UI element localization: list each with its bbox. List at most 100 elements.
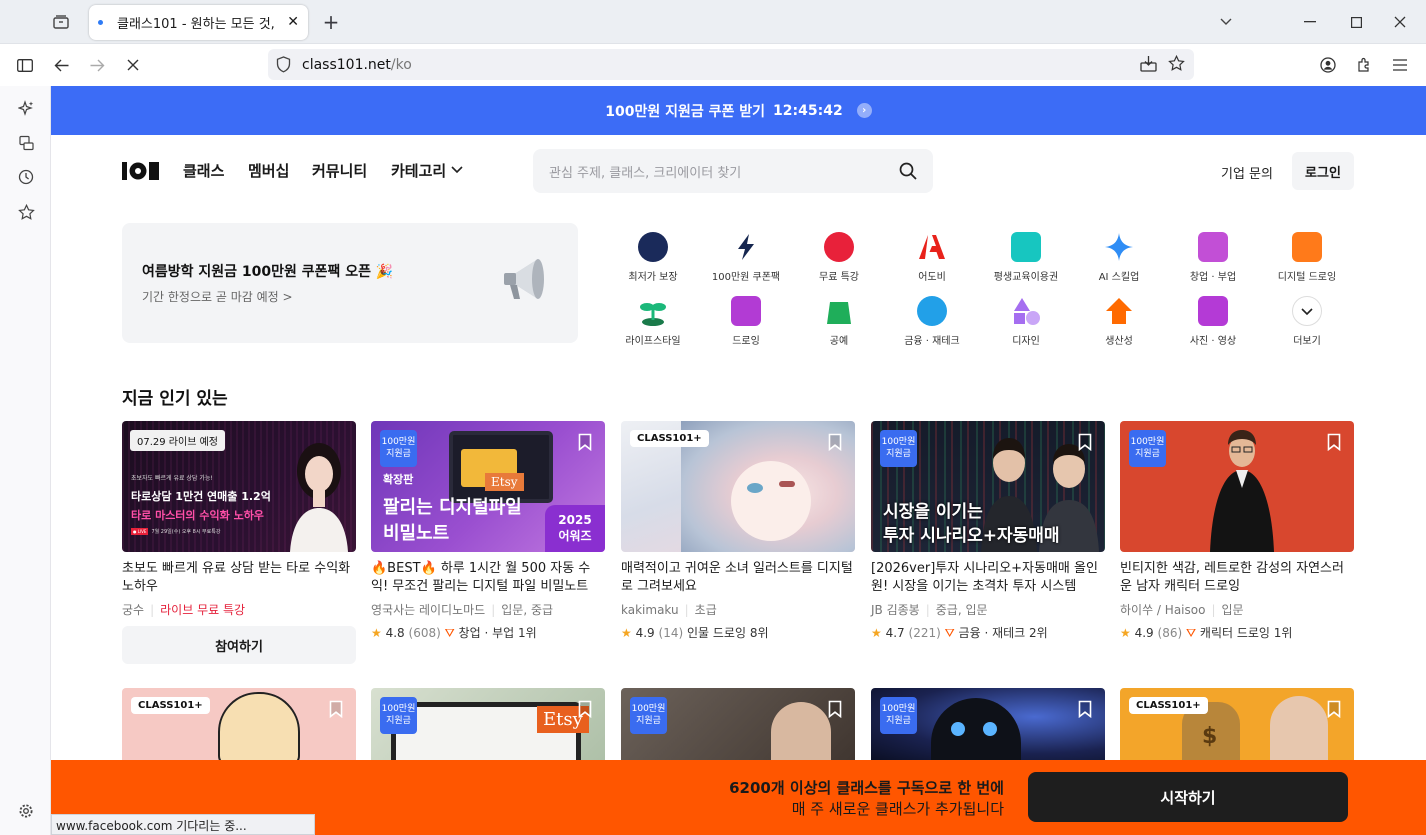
card-meta: JB 김종봉 | 중급, 입문 (871, 603, 988, 617)
bookmark-icon[interactable] (828, 700, 842, 718)
search-input[interactable]: 관심 주제, 클래스, 크리에이터 찾기 (533, 149, 933, 193)
address-bar[interactable]: class101.net/ko (268, 49, 1194, 80)
card-title[interactable]: 🔥BEST🔥 하루 1시간 월 500 자동 수익! 무조건 팔리는 디지털 파… (371, 560, 605, 596)
category-item[interactable]: 금융 · 재테크 (887, 296, 977, 347)
start-button[interactable]: 시작하기 (1028, 772, 1348, 822)
star-icon: ★ (371, 626, 382, 640)
star-icon: ★ (621, 626, 632, 640)
category-item[interactable]: 어도비 (887, 232, 977, 283)
class101-logo[interactable] (122, 161, 159, 181)
category-item[interactable]: 최저가 보장 (608, 232, 698, 283)
bookmark-star-icon[interactable] (1168, 55, 1185, 72)
tab-list-chevron-icon[interactable] (1216, 12, 1236, 32)
promo-bar[interactable]: 100만원 지원금 쿠폰 받기 12:45:42 › (51, 86, 1426, 135)
category-item[interactable]: 창업 · 부업 (1168, 232, 1258, 283)
account-icon[interactable] (1318, 55, 1338, 75)
nav-classes[interactable]: 클래스 (183, 160, 224, 181)
etsy-logo: Etsy (485, 473, 524, 491)
nav-community[interactable]: 커뮤니티 (312, 160, 367, 181)
new-tab-icon[interactable]: + (320, 10, 342, 34)
stop-loading-icon[interactable] (123, 55, 143, 75)
search-icon[interactable] (899, 162, 917, 180)
category-item[interactable]: 사진 · 영상 (1168, 296, 1258, 347)
card-thumbnail[interactable]: $ CLASS101+ (1120, 688, 1354, 760)
card-title[interactable]: 초보도 빠르게 유료 상담 받는 타로 수익화 노하우 (122, 560, 356, 596)
card-thumbnail[interactable]: 07.29 라이브 예정 초보자도 빠르게 유료 상담 가능! 타로상담 1만건… (122, 421, 356, 552)
forward-icon[interactable] (87, 55, 107, 75)
event-banner[interactable]: 여름방학 지원금 100만원 쿠폰팩 오픈 🎉 기간 한정으로 곧 마감 예정 … (122, 223, 578, 343)
category-item[interactable]: 디자인 (981, 296, 1071, 347)
card-title[interactable]: [2026ver]투자 시나리오+자동매매 올인원! 시장을 이기는 초격차 투… (871, 560, 1105, 596)
category-icon (824, 232, 854, 262)
category-item[interactable]: 라이프스타일 (608, 296, 698, 347)
category-item[interactable]: 평생교육이용권 (981, 232, 1071, 283)
subsidy-badge: 100만원 지원금 (380, 697, 417, 734)
card-thumbnail[interactable]: Etsy 100만원 지원금 (371, 688, 605, 760)
shield-icon[interactable] (276, 56, 291, 73)
search-placeholder: 관심 주제, 클래스, 크리에이터 찾기 (549, 165, 742, 181)
category-icon (731, 232, 761, 262)
maximize-icon[interactable] (1346, 12, 1366, 32)
category-item[interactable]: 더보기 (1262, 296, 1352, 347)
sidebar-toggle-icon[interactable] (15, 55, 35, 75)
creator-portrait-image (284, 439, 354, 552)
category-chevron-down-icon[interactable] (451, 166, 463, 174)
close-window-icon[interactable] (1390, 12, 1410, 32)
nav-membership[interactable]: 멤버십 (248, 160, 289, 181)
bookmark-icon[interactable] (329, 700, 343, 718)
card-thumbnail[interactable]: 100만원 지원금 (1120, 421, 1354, 552)
bookmark-icon[interactable] (1327, 700, 1341, 718)
back-icon[interactable] (51, 55, 71, 75)
nav-category[interactable]: 카테고리 (391, 160, 446, 181)
bookmark-icon[interactable] (1078, 433, 1092, 451)
enterprise-inquiry-link[interactable]: 기업 문의 (1221, 163, 1273, 182)
bookmark-icon[interactable] (578, 433, 592, 451)
join-button[interactable]: 참여하기 (122, 626, 356, 664)
bookmark-icon[interactable] (828, 433, 842, 451)
tab-overview-icon[interactable] (50, 12, 72, 32)
ai-sparkle-icon[interactable] (16, 98, 36, 118)
live-schedule-badge: 07.29 라이브 예정 (130, 430, 225, 451)
download-icon[interactable] (1140, 55, 1157, 72)
card-title[interactable]: 매력적이고 귀여운 소녀 일러스트를 디지털로 그려보세요 (621, 560, 855, 596)
card-thumbnail[interactable]: 100만원 지원금 (871, 688, 1105, 760)
category-label: 어도비 (918, 272, 946, 283)
creator-photo (1270, 696, 1328, 760)
category-label: 라이프스타일 (625, 336, 681, 347)
card-thumbnail[interactable]: CLASS101+ (621, 421, 855, 552)
category-item[interactable]: 100만원 쿠폰팩 (701, 232, 791, 283)
level-text: 입문, 중급 (501, 603, 554, 617)
bookmark-icon[interactable] (1327, 433, 1341, 451)
synced-tabs-icon[interactable] (16, 133, 36, 153)
history-icon[interactable] (16, 167, 36, 187)
settings-gear-icon[interactable] (16, 801, 36, 821)
rank-flame-icon: ⛛ (444, 626, 455, 640)
card-thumbnail[interactable]: 100만원 지원금 시장을 이기는 투자 시나리오+자동매매 (871, 421, 1105, 552)
bookmarks-icon[interactable] (16, 202, 36, 222)
card-thumbnail[interactable]: 100만원 지원금 (621, 688, 855, 760)
category-icon (638, 296, 668, 326)
level-text: 입문 (1221, 603, 1244, 617)
login-button[interactable]: 로그인 (1292, 152, 1354, 190)
category-icon (731, 296, 761, 326)
card-thumbnail[interactable]: Etsy 100만원 지원금 확장판 팔리는 디지털파일 비밀노트 2025 어… (371, 421, 605, 552)
tab-close-icon[interactable]: ✕ (287, 14, 299, 30)
category-item[interactable]: 공예 (794, 296, 884, 347)
category-item[interactable]: 디지털 드로잉 (1262, 232, 1352, 283)
extensions-icon[interactable] (1354, 55, 1374, 75)
rating: 4.8 (385, 626, 405, 640)
category-item[interactable]: 드로잉 (701, 296, 791, 347)
thumb-line1: 타로상담 1만건 연매출 1.2억 (131, 490, 271, 503)
category-item[interactable]: 무료 특강 (794, 232, 884, 283)
bookmark-icon[interactable] (1078, 700, 1092, 718)
minimize-icon[interactable] (1300, 12, 1320, 32)
card-title[interactable]: 빈티지한 색감, 레트로한 감성의 자연스러운 남자 캐릭터 드로잉 (1120, 560, 1354, 596)
category-icon (1292, 296, 1322, 326)
card-thumbnail[interactable]: CLASS101+ (122, 688, 356, 760)
menu-icon[interactable] (1390, 55, 1410, 75)
category-item[interactable]: 생산성 (1074, 296, 1164, 347)
category-item[interactable]: AI 스킬업 (1074, 232, 1164, 283)
active-tab[interactable]: 클래스101 - 원하는 모든 것, 나 ✕ (89, 5, 308, 40)
class101-plus-badge: CLASS101+ (131, 697, 210, 714)
bookmark-icon[interactable] (578, 700, 592, 718)
